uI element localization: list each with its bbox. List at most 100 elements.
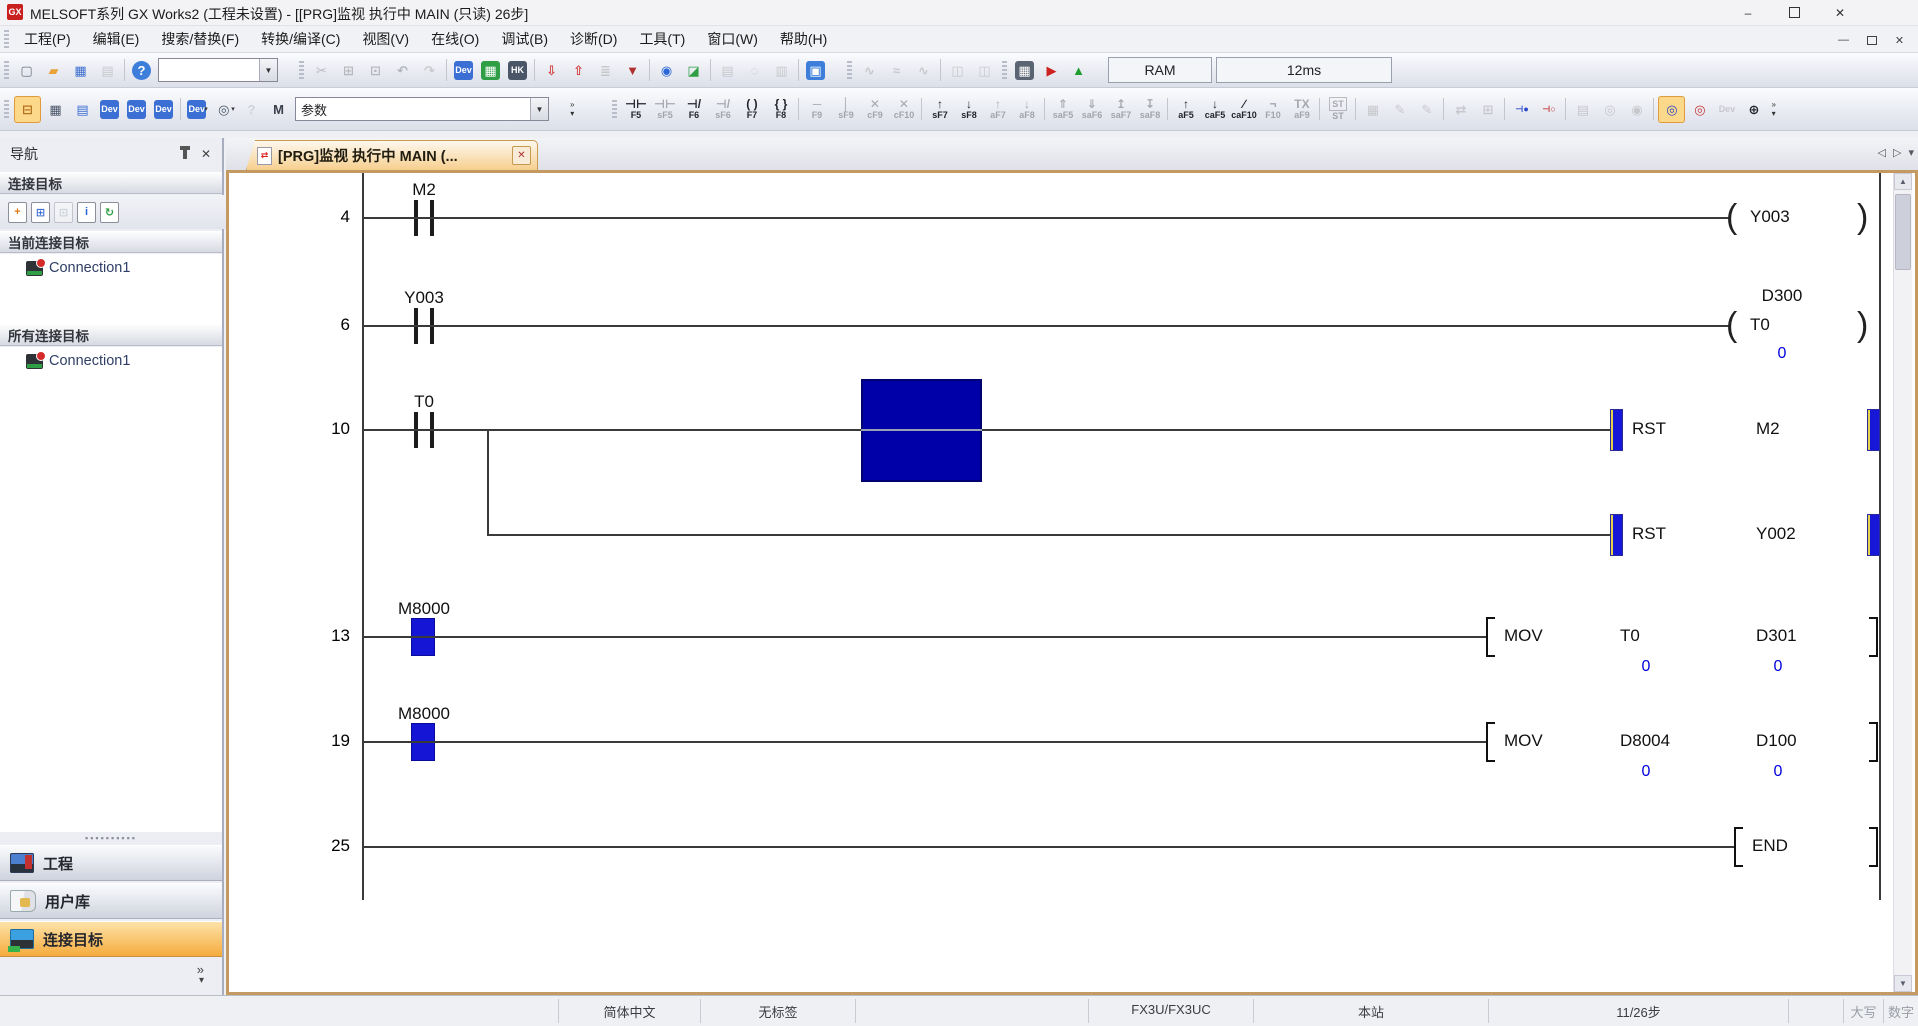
monitor-write-mode-button[interactable]: ◎ — [1687, 97, 1712, 122]
connection-info-button[interactable]: i — [77, 202, 96, 223]
edit-statement-button[interactable]: ✎ — [1414, 97, 1439, 122]
scroll-down-icon[interactable]: ▼ — [1894, 975, 1912, 992]
menu-item-w[interactable]: 窗口(W) — [696, 27, 769, 51]
toolbar-overflow-icon[interactable]: »▾ — [570, 100, 574, 118]
logging-trace-3-button[interactable]: ∿ — [911, 58, 936, 83]
read-from-plc-button[interactable]: ⇧ — [566, 58, 591, 83]
chevron-down-icon[interactable]: ▾ — [199, 975, 204, 986]
ladder-symbol-sf5-button[interactable]: ⊣⊢sF5 — [650, 93, 679, 125]
tab-main-program[interactable]: ⇄ [PRG]监视 执行中 MAIN (... ✕ — [246, 140, 538, 170]
menu-item-v[interactable]: 视图(V) — [351, 27, 420, 51]
find-contact-coil-button[interactable]: ◎ — [1597, 97, 1622, 122]
refresh-connections-button[interactable]: ↻ — [100, 202, 119, 223]
coil-symbol[interactable]: ( — [1726, 196, 1737, 238]
sampling-trace-1-button[interactable]: ◫ — [945, 58, 970, 83]
toolbar-overflow-icon[interactable]: »▾ — [1771, 100, 1775, 118]
ladder-symbol-f7-button[interactable]: ( )F7 — [737, 93, 766, 125]
tab-list-icon[interactable]: ▾ — [1908, 146, 1914, 159]
scroll-up-icon[interactable]: ▲ — [1894, 173, 1912, 190]
instruction-open-bracket[interactable] — [1734, 827, 1743, 867]
menu-item-o[interactable]: 在线(O) — [420, 27, 490, 51]
ladder-symbol-af9-button[interactable]: TXaF9 — [1287, 93, 1316, 125]
maximize-button[interactable] — [1771, 0, 1817, 25]
ladder-symbol-saf6-button[interactable]: ⇓saF6 — [1077, 93, 1106, 125]
menu-item-e[interactable]: 编辑(E) — [82, 27, 151, 51]
device-comment-display-button[interactable]: Dev — [451, 58, 476, 83]
child-close-button[interactable]: ✕ — [1887, 29, 1912, 51]
change-contact-coil-button[interactable]: ⇄ — [1448, 97, 1473, 122]
sampling-trace-2-button[interactable]: ◫ — [972, 58, 997, 83]
ladder-symbol-f6-button[interactable]: ⊣/F6 — [679, 93, 708, 125]
tab-scroll-left-icon[interactable]: ◁ — [1878, 146, 1886, 159]
local-help-button[interactable]: ? — [239, 97, 264, 122]
menu-item-b[interactable]: 调试(B) — [490, 27, 559, 51]
ladder-symbol-caf5-button[interactable]: ↓caF5 — [1200, 93, 1229, 125]
display-screen-button[interactable]: ▣ — [803, 58, 828, 83]
open-project-button[interactable]: ▰ — [41, 58, 66, 83]
program-check-ok-button[interactable]: ▲ — [1066, 58, 1091, 83]
logging-trace-2-button[interactable]: ≈ — [884, 58, 909, 83]
paste-button[interactable]: ⊡ — [363, 58, 388, 83]
output-window-button[interactable]: ▤ — [70, 97, 95, 122]
new-project-button[interactable]: ▢ — [14, 58, 39, 83]
ladder-symbol-f5-button[interactable]: ⊣⊢F5 — [621, 93, 650, 125]
instruction-open-bracket[interactable] — [1486, 722, 1495, 762]
scrollbar-thumb[interactable] — [1895, 194, 1911, 270]
save-project-button[interactable]: ▦ — [68, 58, 93, 83]
connection-item[interactable]: Connection1 — [0, 347, 222, 375]
rst-open-bracket-energized[interactable] — [1610, 409, 1623, 451]
connection-item[interactable]: Connection1 — [0, 254, 222, 282]
ladder-symbol-sf6-button[interactable]: ⊣/sF6 — [708, 93, 737, 125]
pin-icon[interactable] — [176, 145, 196, 163]
rst-open-bracket-energized[interactable] — [1610, 514, 1623, 556]
view-switch-project-button[interactable]: 工程 — [0, 845, 222, 881]
child-restore-button[interactable] — [1859, 29, 1884, 51]
navigation-window-button[interactable]: ⊟ — [14, 96, 41, 123]
ladder-symbol-caf10-button[interactable]: ∕caF10 — [1229, 93, 1258, 125]
child-minimize-button[interactable]: ― — [1831, 29, 1856, 51]
function-block-window-button[interactable]: ▦ — [43, 97, 68, 122]
ladder-symbol-sf8-button[interactable]: ↓sF8 — [954, 93, 983, 125]
menu-item-f[interactable]: 搜索/替换(F) — [150, 27, 250, 51]
tab-scroll-right-icon[interactable]: ▷ — [1893, 146, 1901, 159]
monitor-mode-button[interactable]: ◎ — [1658, 96, 1685, 123]
minimize-button[interactable]: – — [1725, 0, 1771, 25]
monitor-stop-button[interactable]: ◪ — [681, 58, 706, 83]
ladder-symbol-af8-button[interactable]: ↓aF8 — [1012, 93, 1041, 125]
print-preview-button[interactable]: ▥ — [769, 58, 794, 83]
ladder-symbol-st-button[interactable]: STST — [1323, 93, 1352, 125]
tab-close-button[interactable]: ✕ — [512, 146, 531, 165]
vertical-scrollbar[interactable]: ▲ ▼ — [1893, 173, 1912, 992]
ladder-symbol-af5-button[interactable]: ↑aF5 — [1171, 93, 1200, 125]
write-to-plc-button[interactable]: ⇩ — [539, 58, 564, 83]
device-comment-list-button[interactable]: Dev — [97, 97, 122, 122]
help-button[interactable]: ? — [129, 58, 154, 83]
device-test-on-button[interactable]: ⊣● — [1509, 97, 1534, 122]
ladder-symbol-saf8-button[interactable]: ↧saF8 — [1135, 93, 1164, 125]
ladder-symbol-cf10-button[interactable]: ✕cF10 — [889, 93, 918, 125]
combo-dropdown-icon[interactable]: ▼ — [259, 59, 277, 81]
logging-trace-1-button[interactable]: ∿ — [857, 58, 882, 83]
paste-connection-button[interactable]: ⊡ — [54, 202, 73, 223]
close-button[interactable]: ✕ — [1817, 0, 1863, 25]
ladder-symbol-f8-button[interactable]: { }F8 — [766, 93, 795, 125]
menu-item-t[interactable]: 工具(T) — [628, 27, 696, 51]
ladder-symbol-f9-button[interactable]: ─F9 — [802, 93, 831, 125]
ladder-symbol-saf5-button[interactable]: ⇑saF5 — [1048, 93, 1077, 125]
device-batch-monitor-button[interactable]: ▦ — [478, 58, 503, 83]
statement-list-button[interactable]: ▤ — [1570, 97, 1595, 122]
program-run-button[interactable]: ▶ — [1039, 58, 1064, 83]
ladder-symbol-f10-button[interactable]: ¬F10 — [1258, 93, 1287, 125]
find-device-button[interactable]: ◎▾ — [212, 97, 237, 122]
monitor-start-button[interactable]: ◉ — [654, 58, 679, 83]
print-button[interactable]: ▤ — [95, 58, 120, 83]
ladder-symbol-cf9-button[interactable]: ✕cF9 — [860, 93, 889, 125]
find-next-button[interactable]: ◉ — [1624, 97, 1649, 122]
coil-symbol[interactable]: ( — [1726, 304, 1737, 346]
copy-connection-button[interactable]: ⊞ — [31, 202, 50, 223]
ladder-symbol-sf9-button[interactable]: │sF9 — [831, 93, 860, 125]
intelligent-module-button[interactable]: ▦ — [1012, 58, 1037, 83]
project-data-combo[interactable]: ▼ — [158, 58, 278, 82]
view-switch-user-library-button[interactable]: 用户库 — [0, 883, 222, 919]
plc-verify-button[interactable]: ≣ — [593, 58, 618, 83]
